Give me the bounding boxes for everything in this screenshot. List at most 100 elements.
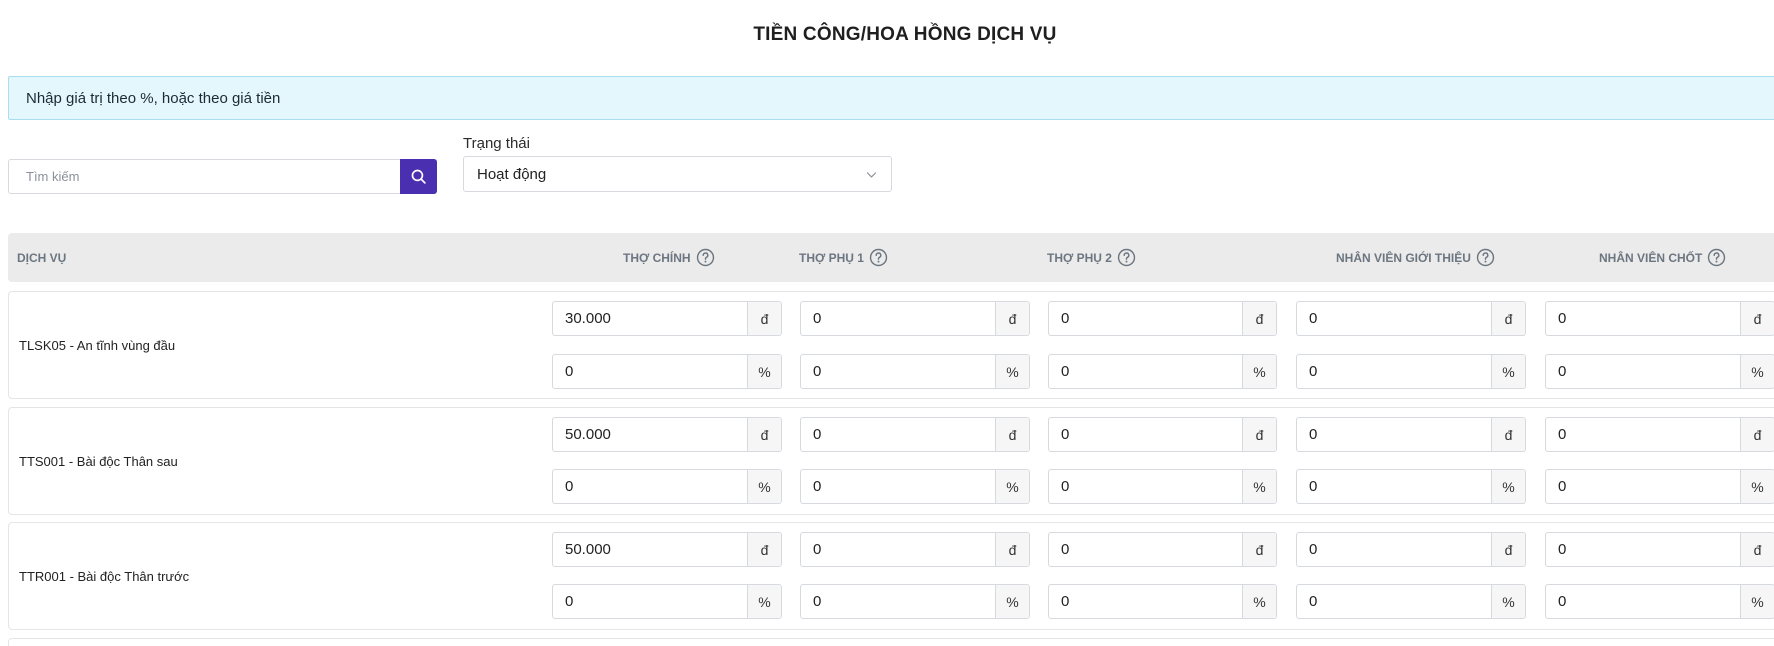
assistant-2-percent-input[interactable] [1049,355,1242,388]
main-worker-amount-field: đ [552,417,782,452]
currency-unit: đ [995,418,1029,451]
closing-staff-amount-input[interactable] [1546,418,1740,451]
assistant-2-percent-field: % [1048,354,1277,389]
main-worker-percent-input[interactable] [553,585,747,618]
closing-staff-amount-input[interactable] [1546,302,1740,335]
percent-unit: % [1242,355,1276,388]
main-worker-amount-field: đ [552,532,782,567]
referral-staff-amount-field: đ [1296,301,1526,336]
currency-unit: đ [1491,418,1525,451]
assistant-1-percent-input[interactable] [801,470,995,503]
table-row [8,638,1774,646]
assistant-2-amount-input[interactable] [1049,302,1242,335]
main-worker-percent-field: % [552,354,782,389]
closing-staff-percent-field: % [1545,354,1774,389]
page-title: TIỀN CÔNG/HOA HỒNG DỊCH VỤ [753,24,1057,45]
referral-staff-percent-input[interactable] [1297,355,1491,388]
assistant-1-amount-field: đ [800,532,1030,567]
assistant-1-amount-field: đ [800,301,1030,336]
question-circle-icon[interactable] [1117,248,1136,267]
closing-staff-percent-input[interactable] [1546,470,1740,503]
referral-staff-amount-input[interactable] [1297,418,1491,451]
closing-staff-percent-input[interactable] [1546,355,1740,388]
assistant-1-amount-input[interactable] [801,418,995,451]
question-circle-icon[interactable] [1707,248,1726,267]
question-circle-icon[interactable] [869,248,888,267]
assistant-1-amount-input[interactable] [801,533,995,566]
column-header-referral-staff: NHÂN VIÊN GIỚI THIỆU [1336,233,1495,282]
assistant-2-amount-field: đ [1048,301,1277,336]
assistant-2-percent-input[interactable] [1049,470,1242,503]
currency-unit: đ [1491,302,1525,335]
closing-staff-amount-field: đ [1545,417,1774,452]
service-name: TTS001 - Bài độc Thân sau [19,453,178,469]
percent-unit: % [995,355,1029,388]
currency-unit: đ [1242,533,1276,566]
chevron-down-icon [865,168,878,181]
assistant-2-amount-input[interactable] [1049,418,1242,451]
referral-staff-percent-field: % [1296,469,1526,504]
search-input[interactable] [8,159,400,194]
closing-staff-percent-field: % [1545,584,1774,619]
table-row: TTR001 - Bài độc Thân trước đ % đ % đ % … [8,522,1774,630]
closing-staff-amount-field: đ [1545,532,1774,567]
column-header-label: THỢ CHÍNH [623,250,691,265]
service-name: TLSK05 - An tĩnh vùng đầu [19,337,176,353]
assistant-2-amount-field: đ [1048,532,1277,567]
main-worker-percent-input[interactable] [553,470,747,503]
referral-staff-amount-input[interactable] [1297,302,1491,335]
percent-unit: % [1242,585,1276,618]
assistant-2-amount-input[interactable] [1049,533,1242,566]
assistant-2-percent-field: % [1048,584,1277,619]
status-select-value: Hoạt động [477,165,547,183]
percent-unit: % [995,585,1029,618]
referral-staff-amount-field: đ [1296,417,1526,452]
assistant-1-percent-input[interactable] [801,585,995,618]
main-worker-percent-input[interactable] [553,355,747,388]
column-header-service: DỊCH VỤ [17,233,66,282]
main-worker-amount-field: đ [552,301,782,336]
referral-staff-percent-input[interactable] [1297,585,1491,618]
question-circle-icon[interactable] [1476,248,1495,267]
main-worker-percent-field: % [552,469,782,504]
column-header-label: THỢ PHỤ 2 [1047,250,1112,265]
table-header: DỊCH VỤ THỢ CHÍNH THỢ PHỤ 1 THỢ PHỤ 2 NH… [8,233,1774,282]
percent-unit: % [1491,470,1525,503]
search-box [8,159,437,194]
currency-unit: đ [1242,418,1276,451]
currency-unit: đ [747,418,781,451]
percent-unit: % [747,355,781,388]
column-header-main-worker: THỢ CHÍNH [623,233,715,282]
service-name: TTR001 - Bài độc Thân trước [19,568,190,584]
column-header-label: THỢ PHỤ 1 [799,250,864,265]
referral-staff-amount-input[interactable] [1297,533,1491,566]
assistant-2-percent-input[interactable] [1049,585,1242,618]
currency-unit: đ [1740,418,1774,451]
column-header-assistant-2: THỢ PHỤ 2 [1047,233,1136,282]
assistant-1-percent-input[interactable] [801,355,995,388]
closing-staff-amount-input[interactable] [1546,533,1740,566]
percent-unit: % [1740,355,1774,388]
status-select[interactable]: Hoạt động [463,156,892,192]
closing-staff-percent-input[interactable] [1546,585,1740,618]
referral-staff-percent-input[interactable] [1297,470,1491,503]
main-worker-amount-input[interactable] [553,533,747,566]
currency-unit: đ [747,302,781,335]
percent-unit: % [1740,470,1774,503]
assistant-1-percent-field: % [800,469,1030,504]
search-button[interactable] [400,159,437,194]
assistant-1-amount-input[interactable] [801,302,995,335]
percent-unit: % [995,470,1029,503]
column-header-label: NHÂN VIÊN CHỐT [1599,250,1703,265]
main-worker-amount-input[interactable] [553,418,747,451]
assistant-1-percent-field: % [800,584,1030,619]
column-header-closing-staff: NHÂN VIÊN CHỐT [1599,233,1726,282]
status-filter-label: Trạng thái [463,135,530,152]
table-row: TTS001 - Bài độc Thân sau đ % đ % đ % đ … [8,407,1774,515]
column-header-label: DỊCH VỤ [17,250,67,265]
question-circle-icon[interactable] [696,248,715,267]
table-row: TLSK05 - An tĩnh vùng đầu đ % đ % đ % đ … [8,291,1774,399]
main-worker-amount-input[interactable] [553,302,747,335]
info-alert: Nhập giá trị theo %, hoặc theo giá tiền [8,76,1774,120]
percent-unit: % [747,585,781,618]
